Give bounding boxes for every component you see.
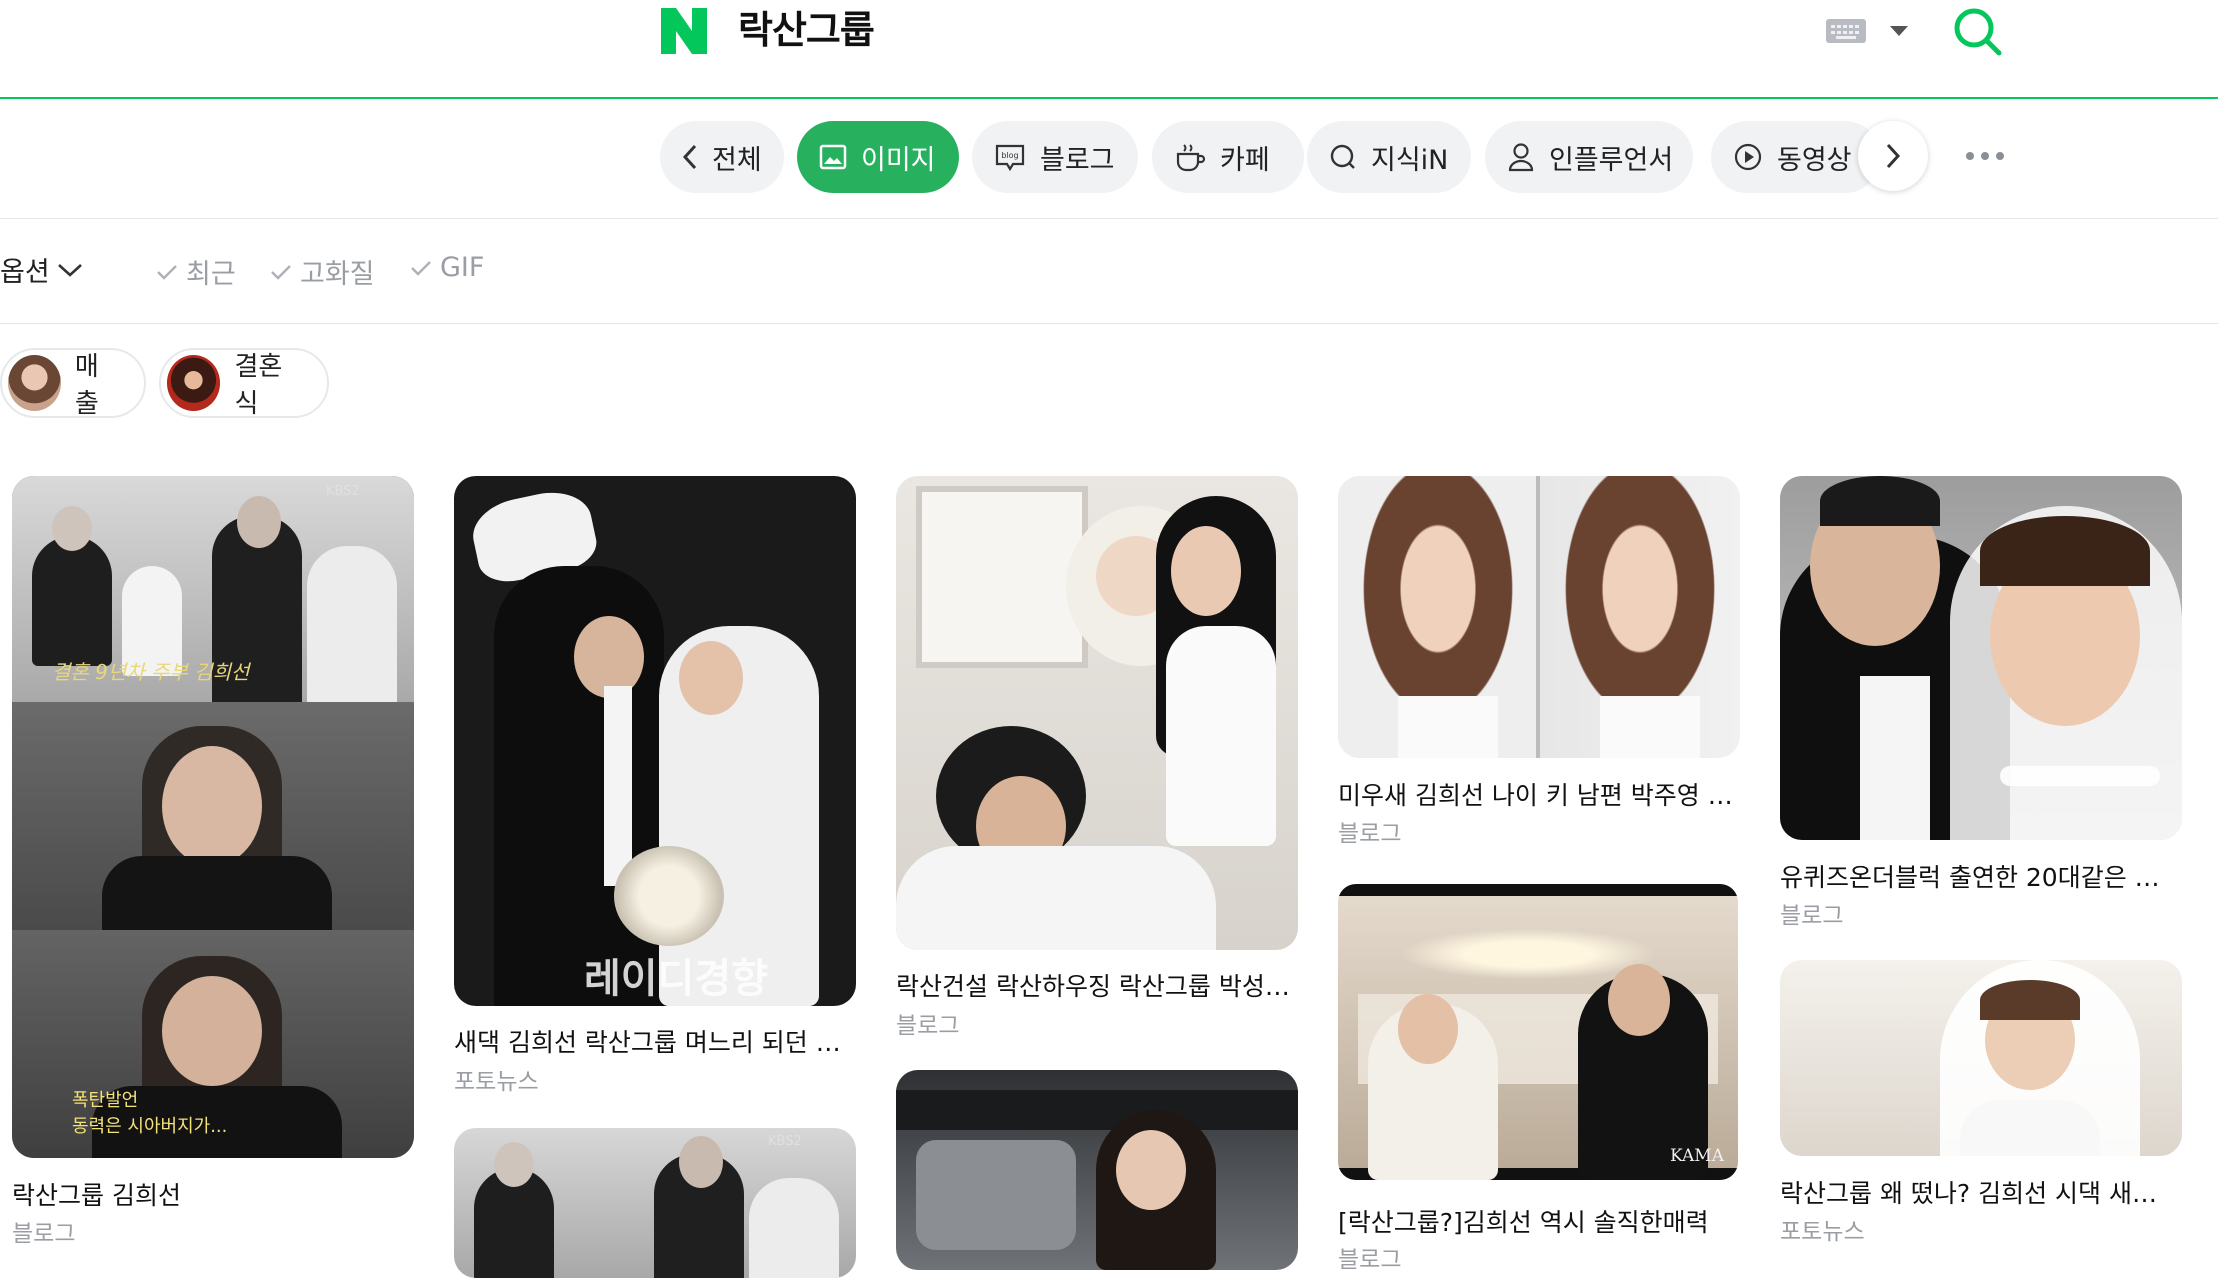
tab-blog[interactable]: blog 블로그	[972, 121, 1138, 193]
result-image-5[interactable]: KAMA	[1338, 884, 1738, 1180]
filter-label: 고화질	[300, 259, 375, 290]
chevron-down-icon	[57, 263, 82, 277]
result-source[interactable]: 포토뉴스	[454, 1062, 539, 1096]
tab-label: 카페	[1220, 144, 1270, 176]
options-label: 옵션	[0, 257, 50, 288]
divider	[0, 323, 2218, 324]
tab-video[interactable]: 동영상	[1711, 121, 1881, 193]
filter-label: 최근	[186, 259, 236, 290]
tab-label: 인플루언서	[1549, 144, 1674, 176]
tab-label: 이미지	[861, 144, 936, 176]
search-header: 락산그룹	[0, 0, 2218, 99]
question-bubble-icon	[1330, 144, 1355, 169]
watermark: KAMA	[1670, 1146, 1724, 1166]
result-title[interactable]: 미우새 김희선 나이 키 남편 박주영 직...	[1338, 776, 1738, 812]
result-source[interactable]: 블로그	[1338, 1240, 1401, 1274]
svg-text:blog: blog	[1001, 151, 1018, 160]
chip-label: 결혼식	[234, 352, 283, 419]
tab-all[interactable]: 전체	[660, 121, 784, 193]
result-source[interactable]: 블로그	[896, 1006, 959, 1040]
watermark: 레이디경향	[584, 956, 768, 1002]
result-image-1[interactable]: 결혼 9년차 주부 김희선 폭탄발언 동력은 시아버지가... KBS2	[12, 476, 414, 1158]
result-image-3[interactable]	[896, 476, 1298, 950]
tab-cafe[interactable]: 카페	[1152, 121, 1304, 193]
chip-thumbnail	[167, 355, 221, 411]
filter-recent[interactable]: 최근	[156, 252, 236, 291]
chevron-left-icon	[682, 144, 697, 170]
tab-influencer[interactable]: 인플루언서	[1485, 121, 1693, 193]
result-image-8[interactable]: KBS2	[454, 1128, 856, 1278]
check-icon	[157, 264, 177, 280]
result-source[interactable]: 블로그	[12, 1214, 75, 1248]
tab-kin[interactable]: 지식iN	[1307, 121, 1471, 193]
result-image-4[interactable]	[1338, 476, 1740, 758]
result-source[interactable]: 블로그	[1780, 896, 1843, 930]
tab-label: 전체	[712, 144, 762, 176]
tabs-next-button[interactable]	[1858, 121, 1928, 191]
result-image-9[interactable]	[896, 1070, 1298, 1270]
filter-gif[interactable]: GIF	[410, 252, 484, 283]
check-icon	[411, 260, 431, 276]
filter-label: GIF	[440, 252, 485, 283]
play-circle-icon	[1734, 143, 1762, 171]
chevron-down-icon[interactable]	[1890, 26, 1908, 36]
result-image-2[interactable]: 레이디경향	[454, 476, 856, 1006]
chevron-right-icon	[1886, 143, 1901, 169]
filter-hq[interactable]: 고화질	[270, 252, 375, 291]
options-toggle[interactable]: 옵션	[0, 250, 84, 289]
result-image-6[interactable]	[1780, 476, 2182, 840]
result-title[interactable]: 유퀴즈온더블럭 출연한 20대같은 김희...	[1780, 858, 2180, 894]
result-title[interactable]: 락산건설 락산하우징 락산그룹 박성관 ...	[896, 967, 1296, 1003]
broadcaster-logo: KBS2	[326, 484, 360, 499]
tab-label: 블로그	[1040, 144, 1115, 176]
result-title[interactable]: [락산그룹?]김희선 역시 솔직한매력	[1338, 1203, 1738, 1239]
person-icon	[1508, 143, 1534, 172]
chip-thumbnail	[8, 355, 61, 411]
blog-icon: blog	[995, 144, 1025, 171]
image-caption-text: 결혼 9년차 주부 김희선	[52, 660, 250, 684]
check-icon	[271, 264, 291, 280]
broadcaster-logo: KBS2	[768, 1134, 802, 1149]
coffee-cup-icon	[1176, 144, 1206, 172]
chip-label: 매출	[74, 352, 99, 419]
tab-label: 지식iN	[1371, 144, 1449, 176]
result-title[interactable]: 락산그룹 왜 떴나? 김희선 시댁 새삼 주...	[1780, 1174, 2180, 1210]
result-source[interactable]: 블로그	[1338, 814, 1401, 848]
search-query[interactable]: 락산그룹	[738, 0, 875, 60]
image-caption-text: 동력은 시아버지가...	[72, 1116, 228, 1137]
result-image-7[interactable]	[1780, 960, 2182, 1156]
image-caption-text: 폭탄발언	[72, 1090, 139, 1111]
tab-image[interactable]: 이미지	[797, 121, 959, 193]
image-icon	[819, 144, 847, 170]
more-icon[interactable]	[1966, 152, 2006, 162]
result-title[interactable]: 락산그룹 김희선	[12, 1176, 412, 1212]
naver-logo[interactable]	[659, 6, 709, 56]
keyboard-icon[interactable]	[1826, 19, 1866, 43]
related-chip-wedding[interactable]: 결혼식	[159, 348, 329, 419]
related-chip-sales[interactable]: 매출	[0, 348, 146, 419]
tab-label: 동영상	[1777, 144, 1852, 176]
result-source[interactable]: 포토뉴스	[1780, 1212, 1865, 1246]
search-icon[interactable]	[1952, 6, 2004, 58]
divider	[0, 218, 2218, 219]
result-title[interactable]: 새댁 김희선 락산그룹 며느리 되던 날 ...	[454, 1023, 854, 1059]
